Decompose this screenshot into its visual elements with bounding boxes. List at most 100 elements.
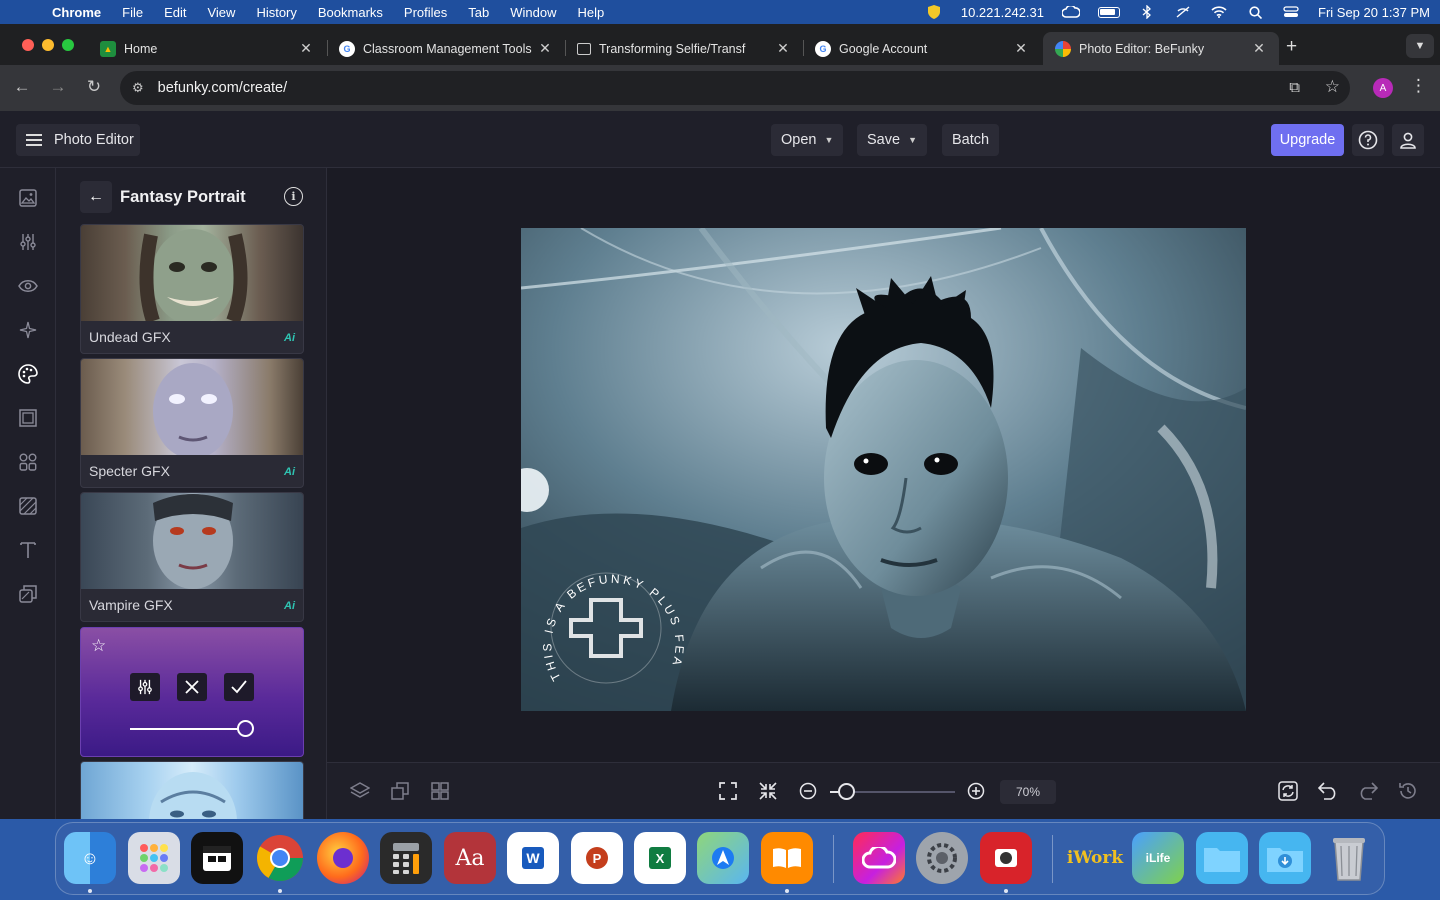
favorite-star-icon[interactable]: ☆ <box>91 636 106 656</box>
vpn-shield-icon[interactable] <box>925 5 943 19</box>
upgrade-button[interactable]: Upgrade <box>1271 124 1344 156</box>
close-tab-icon[interactable]: ✕ <box>537 40 553 57</box>
photo-editor-menu-button[interactable]: Photo Editor <box>16 124 140 156</box>
compare-icon[interactable] <box>389 780 411 802</box>
graphics-shapes-icon[interactable] <box>18 452 38 472</box>
ilife-folder-icon[interactable]: iLife <box>1132 832 1184 884</box>
airplay-muted-icon[interactable] <box>1174 5 1192 19</box>
menubar-clock[interactable]: Fri Sep 20 1:37 PM <box>1318 5 1430 20</box>
tab-photo-editor-befunky[interactable]: Photo Editor: BeFunky ✕ <box>1043 32 1279 65</box>
actual-size-icon[interactable] <box>757 780 779 802</box>
chrome-icon[interactable] <box>254 832 306 884</box>
books-icon[interactable] <box>761 832 813 884</box>
launchpad-icon[interactable] <box>128 832 180 884</box>
folder-icon[interactable] <box>1196 832 1248 884</box>
tab-google-account[interactable]: G Google Account ✕ <box>803 32 1041 65</box>
tab-classroom-management[interactable]: G Classroom Management Tools ✕ <box>327 32 565 65</box>
edited-photo[interactable]: THIS IS A BEFUNKY PLUS FEATURE <box>521 228 1246 711</box>
menu-window[interactable]: Window <box>510 5 556 20</box>
frames-icon[interactable] <box>18 408 38 428</box>
profile-avatar[interactable]: A <box>1373 78 1393 98</box>
photo-booth-icon[interactable] <box>980 832 1032 884</box>
calculator-icon[interactable] <box>380 832 432 884</box>
iwork-folder-icon[interactable]: iWork <box>1067 832 1123 884</box>
redo-icon[interactable] <box>1357 780 1379 802</box>
wifi-icon[interactable] <box>1210 5 1228 19</box>
edit-sliders-icon[interactable] <box>18 232 38 252</box>
account-user-icon[interactable] <box>1392 124 1424 156</box>
effect-card-vampire-gfx[interactable]: Vampire GFX Ai <box>80 492 304 622</box>
maps-icon[interactable] <box>697 832 749 884</box>
chrome-menu-icon[interactable]: ⋮ <box>1410 76 1427 96</box>
image-manager-icon[interactable] <box>18 188 38 208</box>
tab-transforming-selfie[interactable]: Transforming Selfie/Transf ✕ <box>565 32 803 65</box>
creative-cloud-status-icon[interactable] <box>1062 5 1080 19</box>
effect-card-undead-gfx[interactable]: Undead GFX Ai <box>80 224 304 354</box>
battery-icon[interactable] <box>1098 6 1120 18</box>
zoom-window-button[interactable] <box>62 39 74 51</box>
close-tab-icon[interactable]: ✕ <box>1013 40 1029 57</box>
effect-intensity-track[interactable] <box>130 728 248 730</box>
address-bar[interactable]: ⚙ befunky.com/create/ ⧉ ☆ <box>120 71 1350 105</box>
reload-icon[interactable]: ↻ <box>83 77 105 97</box>
apply-effect-check-icon[interactable] <box>224 673 254 701</box>
dictionary-icon[interactable]: Aa <box>444 832 496 884</box>
spotlight-search-icon[interactable] <box>1246 5 1264 19</box>
overlays-icon[interactable] <box>18 496 38 516</box>
back-arrow-icon[interactable]: ← <box>11 77 33 97</box>
menu-history[interactable]: History <box>256 5 296 20</box>
bookmark-star-icon[interactable]: ☆ <box>1325 77 1340 97</box>
firefox-icon[interactable] <box>317 832 369 884</box>
microsoft-excel-icon[interactable]: X <box>634 832 686 884</box>
menu-view[interactable]: View <box>207 5 235 20</box>
close-tab-icon[interactable]: ✕ <box>775 40 791 57</box>
replace-image-icon[interactable] <box>1277 780 1299 802</box>
tab-home[interactable]: ▲ Home ✕ <box>88 32 326 65</box>
save-button[interactable]: Save ▼ <box>857 124 927 156</box>
control-center-icon[interactable] <box>1282 5 1300 19</box>
menu-tab[interactable]: Tab <box>468 5 489 20</box>
grid-view-icon[interactable] <box>429 780 451 802</box>
site-settings-icon[interactable]: ⚙ <box>132 80 144 96</box>
history-icon[interactable] <box>1397 780 1419 802</box>
bluetooth-icon[interactable] <box>1138 5 1156 19</box>
tab-search-chevron-icon[interactable]: ▼ <box>1406 34 1434 58</box>
artsy-palette-icon[interactable] <box>18 364 38 384</box>
effects-sparkle-icon[interactable] <box>18 320 38 340</box>
menu-profiles[interactable]: Profiles <box>404 5 447 20</box>
microsoft-powerpoint-icon[interactable]: P <box>571 832 623 884</box>
close-tab-icon[interactable]: ✕ <box>298 40 314 57</box>
menu-bookmarks[interactable]: Bookmarks <box>318 5 383 20</box>
trash-icon[interactable] <box>1323 832 1375 884</box>
install-app-icon[interactable]: ⧉ <box>1289 79 1300 96</box>
new-tab-button[interactable]: + <box>1286 36 1297 58</box>
forward-arrow-icon[interactable]: → <box>47 77 69 97</box>
zoom-out-icon[interactable] <box>797 780 819 802</box>
menu-help[interactable]: Help <box>578 5 605 20</box>
zoom-slider-handle[interactable] <box>838 783 855 800</box>
help-icon[interactable] <box>1352 124 1384 156</box>
cancel-effect-x-icon[interactable] <box>177 673 207 701</box>
finder-icon[interactable]: ☺ <box>64 832 116 884</box>
textures-icon[interactable] <box>18 584 38 604</box>
undo-icon[interactable] <box>1317 780 1339 802</box>
creative-cloud-icon[interactable] <box>853 832 905 884</box>
menu-app-name[interactable]: Chrome <box>52 5 101 20</box>
zoom-in-icon[interactable] <box>965 780 987 802</box>
layers-icon[interactable] <box>349 780 371 802</box>
microsoft-word-icon[interactable]: W <box>507 832 559 884</box>
zoom-level-readout[interactable]: 70% <box>1000 780 1056 804</box>
notion-calendar-icon[interactable] <box>191 832 243 884</box>
minimize-window-button[interactable] <box>42 39 54 51</box>
effect-intensity-slider-handle[interactable] <box>237 720 254 737</box>
menu-file[interactable]: File <box>122 5 143 20</box>
url-text[interactable]: befunky.com/create/ <box>158 80 288 96</box>
touch-up-eye-icon[interactable] <box>18 276 38 296</box>
system-settings-icon[interactable] <box>916 832 968 884</box>
close-window-button[interactable] <box>22 39 34 51</box>
batch-button[interactable]: Batch <box>942 124 1000 156</box>
effect-card-next[interactable] <box>80 761 304 819</box>
effect-card-specter-gfx[interactable]: Specter GFX Ai <box>80 358 304 488</box>
close-tab-icon[interactable]: ✕ <box>1251 40 1267 57</box>
back-arrow-icon[interactable]: ← <box>80 181 112 213</box>
